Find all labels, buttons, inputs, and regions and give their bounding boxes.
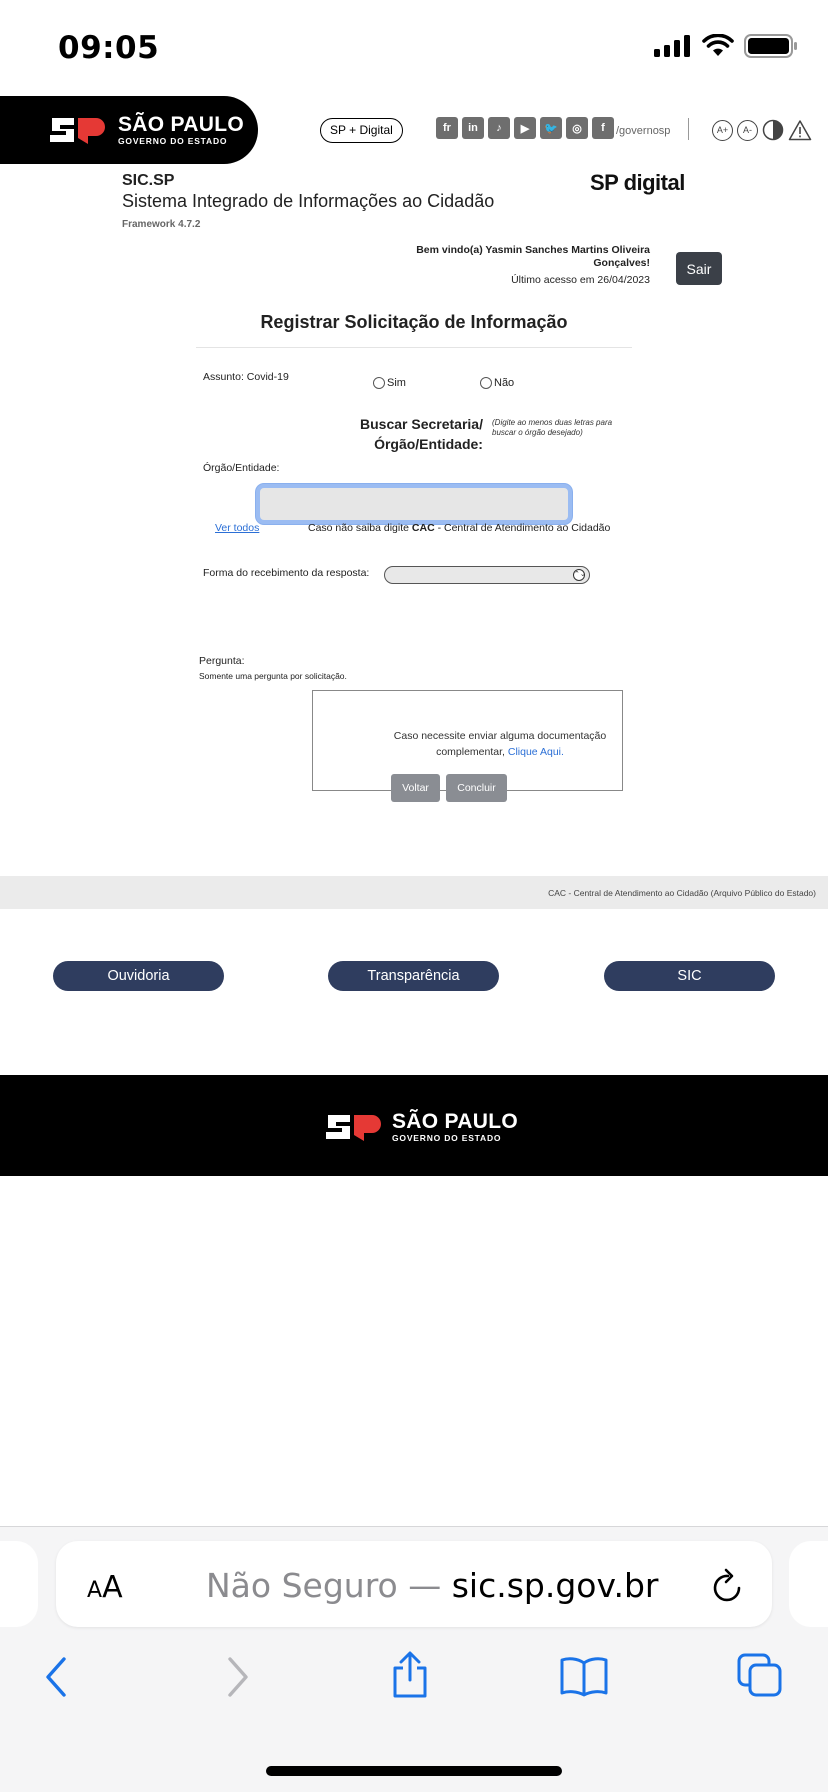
facebook-icon[interactable]: f [592, 117, 614, 139]
sp-digital-logo: SP digital [590, 170, 685, 195]
status-time: 09:05 [58, 30, 160, 66]
system-acronym: SIC.SP [122, 172, 175, 189]
select-chevron-icon: ⌃⌄ [573, 569, 586, 581]
share-icon[interactable] [389, 1650, 431, 1700]
radio-sim-label: Sim [387, 377, 406, 389]
sic-button[interactable]: SIC [604, 961, 775, 991]
linkedin-icon[interactable]: in [462, 117, 484, 139]
back-chevron-icon[interactable] [42, 1655, 72, 1699]
page-title: Registrar Solicitação de Informação [260, 312, 568, 332]
url-display[interactable]: Não Seguro — sic.sp.gov.br [206, 1566, 658, 1605]
site-footer: SÃO PAULO GOVERNO DO ESTADO [0, 1075, 828, 1176]
logout-button[interactable]: Sair [676, 252, 722, 285]
accessibility-controls: A+ A- [712, 119, 812, 141]
sp-government-logo[interactable]: SÃO PAULO GOVERNO DO ESTADO [0, 96, 258, 164]
forward-chevron-icon[interactable] [222, 1655, 252, 1699]
instagram-icon[interactable]: ◎ [566, 117, 588, 139]
radio-nao[interactable]: Não [480, 377, 514, 389]
youtube-icon[interactable]: ▶ [514, 117, 536, 139]
voltar-button[interactable]: Voltar [391, 774, 440, 802]
next-tab-preview[interactable] [789, 1541, 828, 1627]
pergunta-label: Pergunta: [199, 655, 245, 667]
assunto-label: Assunto: Covid-19 [203, 371, 289, 383]
framework-version: Framework 4.7.2 [122, 219, 201, 230]
doc-upload-hint: Caso necessite enviar alguma documentaçã… [393, 730, 607, 758]
wifi-icon [702, 34, 734, 56]
system-name: Sistema Integrado de Informações ao Cida… [122, 191, 495, 211]
tiktok-icon[interactable]: ♪ [488, 117, 510, 139]
cac-hint: Caso não saiba digite CAC - Central de A… [308, 522, 611, 534]
sp-logo-mark-icon [50, 118, 105, 144]
warning-icon[interactable] [788, 119, 812, 141]
font-increase-button[interactable]: A+ [712, 119, 733, 141]
previous-tab-preview[interactable] [0, 1541, 38, 1627]
pergunta-hint: Somente uma pergunta por solicitação. [199, 671, 347, 681]
welcome-block: Bem vindo(a) Yasmin Sanches Martins Oliv… [416, 244, 650, 287]
site-header: SÃO PAULO GOVERNO DO ESTADO SP + Digital… [0, 96, 828, 166]
orgao-label: Órgão/Entidade: [203, 462, 280, 474]
social-links: fr in ♪ ▶ 🐦 ◎ f [436, 117, 614, 139]
busca-heading: Buscar Secretaria/ Órgão/Entidade: [360, 416, 483, 452]
footer-brand-subtitle: GOVERNO DO ESTADO [392, 1133, 502, 1144]
cac-info-band: CAC - Central de Atendimento ao Cidadão … [0, 876, 828, 909]
contrast-icon[interactable] [762, 119, 784, 141]
text-size-button[interactable]: AA [87, 1570, 123, 1605]
system-title-block: SIC.SP Sistema Integrado de Informações … [122, 172, 494, 230]
busca-hint: (Digite ao menos duas letras para buscar… [492, 418, 613, 437]
cellular-signal-icon [654, 35, 690, 57]
font-decrease-button[interactable]: A- [737, 119, 758, 141]
ver-todos-link[interactable]: Ver todos [215, 522, 259, 534]
forma-select[interactable]: ⌃⌄ [384, 566, 590, 584]
concluir-button[interactable]: Concluir [446, 774, 507, 802]
brand-subtitle: GOVERNO DO ESTADO [118, 136, 228, 147]
ouvidoria-button[interactable]: Ouvidoria [53, 961, 224, 991]
forma-label: Forma do recebimento da resposta: [203, 567, 370, 579]
sp-digital-link[interactable]: SP + Digital [320, 118, 403, 143]
footer-brand-title: SÃO PAULO [392, 1110, 518, 1134]
transparencia-button[interactable]: Transparência [328, 961, 499, 991]
radio-nao-button[interactable] [480, 377, 492, 389]
twitter-icon[interactable]: 🐦 [540, 117, 562, 139]
welcome-name-line1: Bem vindo(a) Yasmin Sanches Martins Oliv… [416, 244, 650, 256]
last-access: Último acesso em 26/04/2023 [511, 274, 650, 286]
heading-divider [196, 347, 632, 348]
url-domain: sic.sp.gov.br [451, 1566, 659, 1605]
brand-title: SÃO PAULO [118, 113, 244, 137]
cac-info-text: CAC - Central de Atendimento ao Cidadão … [548, 888, 816, 898]
reload-icon[interactable] [709, 1566, 747, 1606]
status-bar: 09:05 [0, 0, 828, 96]
tabs-icon[interactable] [736, 1652, 784, 1698]
bookmarks-icon[interactable] [559, 1655, 609, 1697]
sp-logo-mark-icon [326, 1115, 381, 1141]
welcome-name-line2: Gonçalves! [593, 257, 650, 269]
header-divider [688, 118, 689, 140]
status-icons [654, 34, 798, 58]
radio-nao-label: Não [494, 377, 515, 389]
flickr-icon[interactable]: fr [436, 117, 458, 139]
home-indicator [266, 1766, 562, 1776]
clique-aqui-link[interactable]: Clique Aqui. [508, 746, 564, 758]
radio-sim-button[interactable] [373, 377, 385, 389]
battery-icon [744, 34, 797, 58]
radio-sim[interactable]: Sim [373, 377, 406, 389]
not-secure-label: Não Seguro — [206, 1566, 442, 1605]
social-handle: /governosp [616, 125, 671, 137]
footer-logo: SÃO PAULO GOVERNO DO ESTADO [326, 1111, 518, 1143]
orgao-search-input[interactable] [256, 484, 572, 524]
